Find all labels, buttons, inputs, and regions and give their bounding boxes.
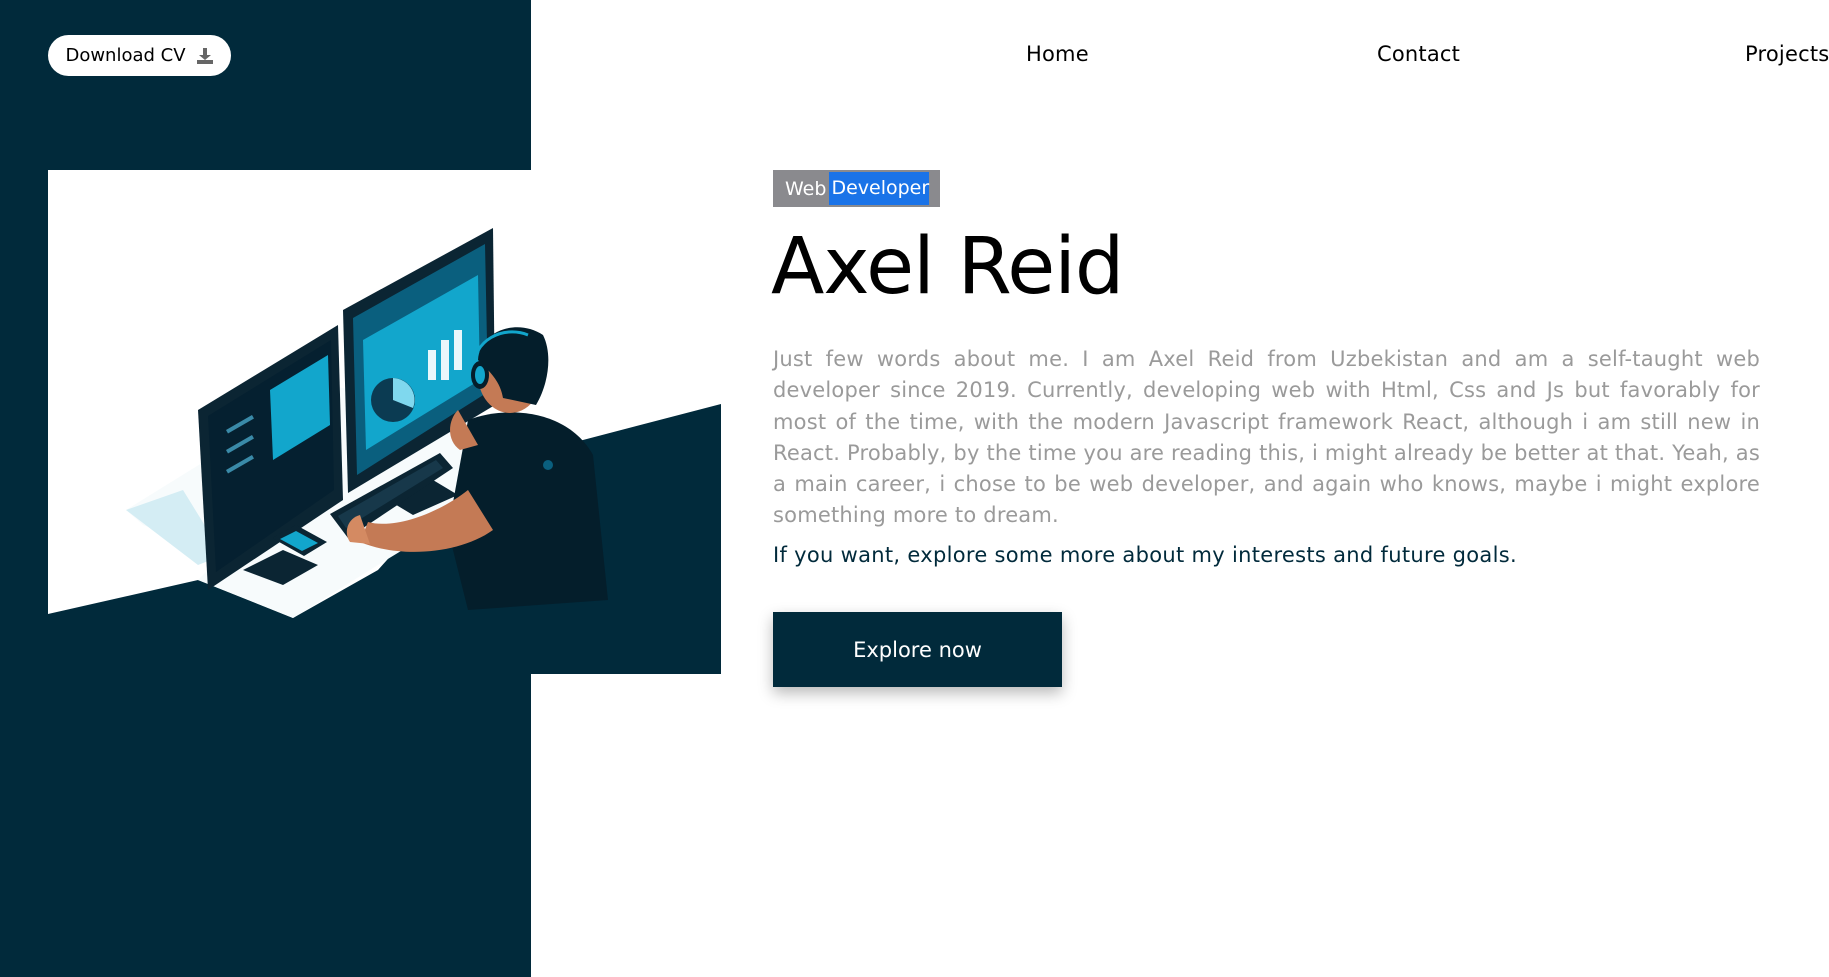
nav-home-link[interactable]: Home [1026, 42, 1089, 66]
role-badge: Web Developer [773, 170, 941, 207]
explore-prompt-text: If you want, explore some more about my … [773, 543, 1517, 567]
developer-illustration [48, 170, 721, 674]
page-title: Axel Reid [771, 222, 1124, 312]
download-cv-label: Download CV [65, 45, 186, 66]
role-badge-prefix: Web [785, 177, 827, 200]
role-badge-highlight: Developer [829, 172, 930, 205]
nav-projects-link[interactable]: Projects [1745, 42, 1829, 66]
download-cv-button[interactable]: Download CV [48, 35, 231, 76]
explore-now-button[interactable]: Explore now [773, 612, 1062, 687]
bio-paragraph: Just few words about me. I am Axel Reid … [773, 347, 1760, 528]
nav-contact-link[interactable]: Contact [1377, 42, 1460, 66]
download-icon [196, 47, 214, 65]
